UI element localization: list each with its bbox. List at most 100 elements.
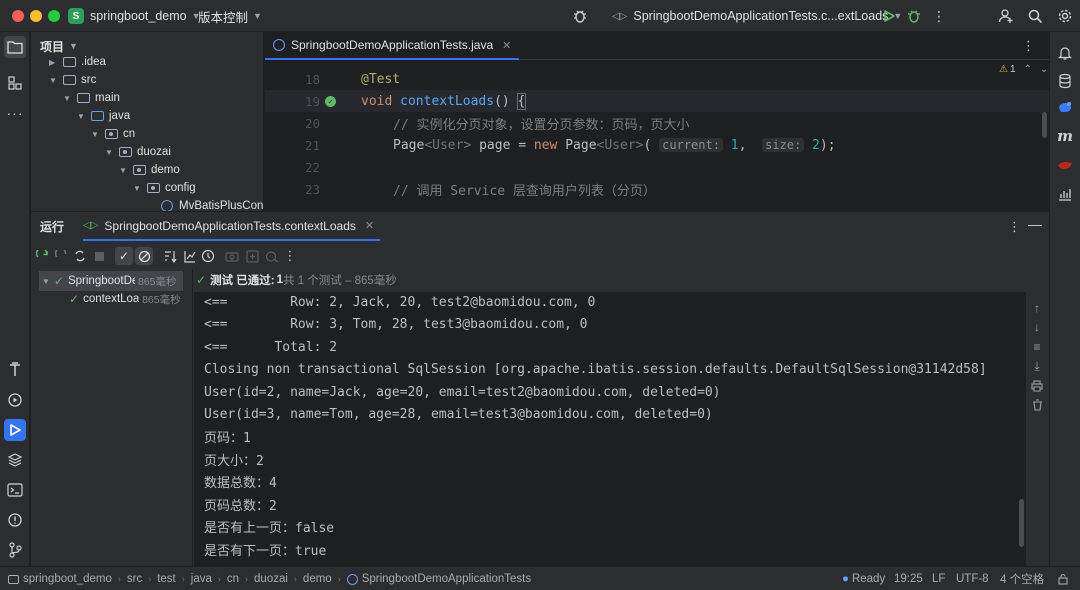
minimize-window-button[interactable] — [30, 10, 42, 22]
indent-setting[interactable]: 4 个空格 — [1000, 567, 1044, 590]
tree-item-config[interactable]: ▼ config — [133, 179, 196, 197]
code-line-23[interactable]: 23 // 调用 Service 层查询用户列表（分页） — [265, 178, 1049, 200]
profiler-icon[interactable] — [1054, 183, 1076, 205]
tree-item-main[interactable]: ▼ main — [63, 89, 120, 107]
export-icon[interactable] — [243, 247, 261, 265]
maven-icon[interactable]: m — [1054, 125, 1076, 147]
line-separator[interactable]: LF — [932, 567, 945, 590]
search-icon[interactable] — [1026, 7, 1044, 25]
more-options-icon[interactable]: ⋮ — [1008, 219, 1021, 235]
breadcrumb-item[interactable]: demo — [303, 573, 332, 585]
build-hammer-icon[interactable] — [4, 359, 26, 381]
vcs-menu[interactable]: 版本控制 ▼ — [198, 0, 262, 32]
rerun-failed-icon[interactable] — [52, 247, 70, 265]
scroll-to-end-icon[interactable]: ⤓ — [1029, 358, 1045, 374]
tree-item-demo[interactable]: ▼ demo — [119, 161, 180, 179]
breadcrumb-item[interactable]: java — [191, 573, 212, 585]
minimize-panel-icon[interactable]: — — [1028, 216, 1042, 232]
settings-gear-icon[interactable] — [1056, 7, 1074, 25]
console-scrollbar[interactable] — [1019, 499, 1024, 547]
tree-item-src[interactable]: ▼ src — [49, 71, 96, 89]
file-encoding[interactable]: UTF-8 — [956, 567, 989, 590]
class-icon — [161, 200, 173, 211]
sort-icon[interactable] — [161, 247, 179, 265]
console-line: 是否有上一页：false — [204, 520, 335, 536]
console-output[interactable]: <== Row: 2, Jack, 20, test2@baomidou.com… — [194, 292, 1026, 567]
project-tool-folder-icon[interactable] — [4, 36, 26, 58]
run-icon[interactable] — [880, 7, 898, 25]
chevron-down-icon: ▼ — [91, 129, 99, 139]
test-passed-gutter-icon[interactable]: ✓ — [325, 95, 336, 107]
debug-bug-icon[interactable] — [571, 7, 589, 25]
run-config-selector[interactable]: ◁▷ SpringbootDemoApplicationTests.c...ex… — [612, 0, 902, 32]
tree-item-mybatis-config[interactable]: MvBatisPlusConfi — [161, 197, 263, 211]
problems-icon[interactable] — [4, 509, 26, 531]
breadcrumb-item[interactable]: src — [127, 573, 142, 585]
more-tools-icon[interactable]: ··· — [4, 102, 26, 124]
breadcrumb-item[interactable]: SpringbootDemoApplicationTests — [362, 573, 531, 585]
run-tab[interactable]: ◁▷ SpringbootDemoApplicationTests.contex… — [83, 212, 381, 241]
zoom-window-button[interactable] — [48, 10, 60, 22]
arrow-down-icon[interactable]: ↓ — [1029, 319, 1045, 335]
screenshot-camera-icon[interactable] — [223, 247, 241, 265]
run-config-label: SpringbootDemoApplicationTests.c...extLo… — [633, 9, 889, 23]
tree-item-cn[interactable]: ▼ cn — [91, 125, 135, 143]
title-bar: S springboot_demo ▼ 版本控制 ▼ ◁▷ Springboot… — [0, 0, 1080, 32]
lock-icon[interactable] — [1058, 567, 1068, 590]
tree-item-duozai[interactable]: ▼ duozai — [105, 143, 171, 161]
history-clock-icon[interactable] — [199, 247, 217, 265]
editor-scrollbar[interactable] — [1042, 112, 1047, 138]
trash-icon[interactable] — [1029, 397, 1045, 413]
add-user-icon[interactable] — [997, 7, 1015, 25]
breadcrumb-item[interactable]: cn — [227, 573, 239, 585]
toggle-auto-test-icon[interactable] — [71, 247, 89, 265]
debug-icon[interactable] — [905, 7, 923, 25]
project-switcher[interactable]: S springboot_demo ▼ — [68, 0, 201, 32]
plugin-bird-icon[interactable] — [1054, 154, 1076, 176]
breadcrumb-item[interactable]: springboot_demo — [23, 573, 112, 585]
code-line-18[interactable]: 18 @Test — [265, 68, 1049, 90]
more-options-icon[interactable]: ⋮ — [281, 247, 299, 265]
more-actions-icon[interactable]: ⋮ — [930, 7, 948, 25]
services-play-icon[interactable] — [4, 389, 26, 411]
git-branch-icon[interactable] — [4, 539, 26, 561]
close-tab-icon[interactable]: ✕ — [365, 219, 374, 232]
tree-item-java[interactable]: ▼ java — [77, 107, 130, 125]
folder-icon — [77, 93, 90, 103]
sort-by-duration-icon[interactable] — [180, 247, 198, 265]
structure-icon[interactable] — [4, 72, 26, 94]
caret-position[interactable]: 19:25 — [894, 567, 923, 590]
tree-item-label: demo — [151, 164, 180, 176]
show-passed-check-icon[interactable]: ✓ — [115, 247, 133, 265]
source-folder-icon — [91, 111, 104, 121]
soft-wrap-icon[interactable]: ≡ — [1029, 339, 1045, 355]
rerun-icon[interactable] — [33, 247, 51, 265]
breadcrumb-item[interactable]: test — [157, 573, 176, 585]
code-line-20[interactable]: 20 // 实例化分页对象，设置分页参数：页码，页大小 — [265, 112, 1049, 134]
ai-assistant-icon[interactable] — [1054, 96, 1076, 118]
breadcrumb-item[interactable]: duozai — [254, 573, 288, 585]
terminal-icon[interactable] — [4, 479, 26, 501]
close-tab-icon[interactable]: ✕ — [502, 39, 511, 52]
test-duration: 865毫秒 — [137, 275, 177, 288]
arrow-up-icon[interactable]: ↑ — [1029, 300, 1045, 316]
test-case-row[interactable]: ✓ contextLoac 865毫秒 — [69, 289, 187, 309]
close-window-button[interactable] — [12, 10, 24, 22]
test-suite-row[interactable]: ▼ ✓ SpringbootDem 865毫秒 — [39, 271, 183, 291]
print-icon[interactable] — [1029, 378, 1045, 394]
editor-tab[interactable]: SpringbootDemoApplicationTests.java ✕ — [265, 32, 520, 60]
notifications-bell-icon[interactable] — [1054, 42, 1076, 64]
show-ignored-icon[interactable] — [135, 247, 153, 265]
import-tests-icon[interactable] — [263, 247, 281, 265]
code-line-19[interactable]: 19 ✓ void contextLoads() { — [265, 90, 1049, 112]
code-line-22[interactable]: 22 — [265, 156, 1049, 178]
ai-status[interactable]: ● Ready — [842, 567, 885, 590]
package-icon — [105, 129, 118, 139]
tree-item-idea[interactable]: ▶ .idea — [49, 53, 106, 71]
database-icon[interactable] — [1054, 70, 1076, 92]
more-tabs-icon[interactable]: ⋮ — [1022, 38, 1035, 54]
stop-icon[interactable] — [90, 247, 108, 265]
code-line-21[interactable]: 21 Page<User> page = new Page<User>( cur… — [265, 134, 1049, 156]
run-tool-icon[interactable] — [4, 419, 26, 441]
layers-icon[interactable] — [4, 449, 26, 471]
